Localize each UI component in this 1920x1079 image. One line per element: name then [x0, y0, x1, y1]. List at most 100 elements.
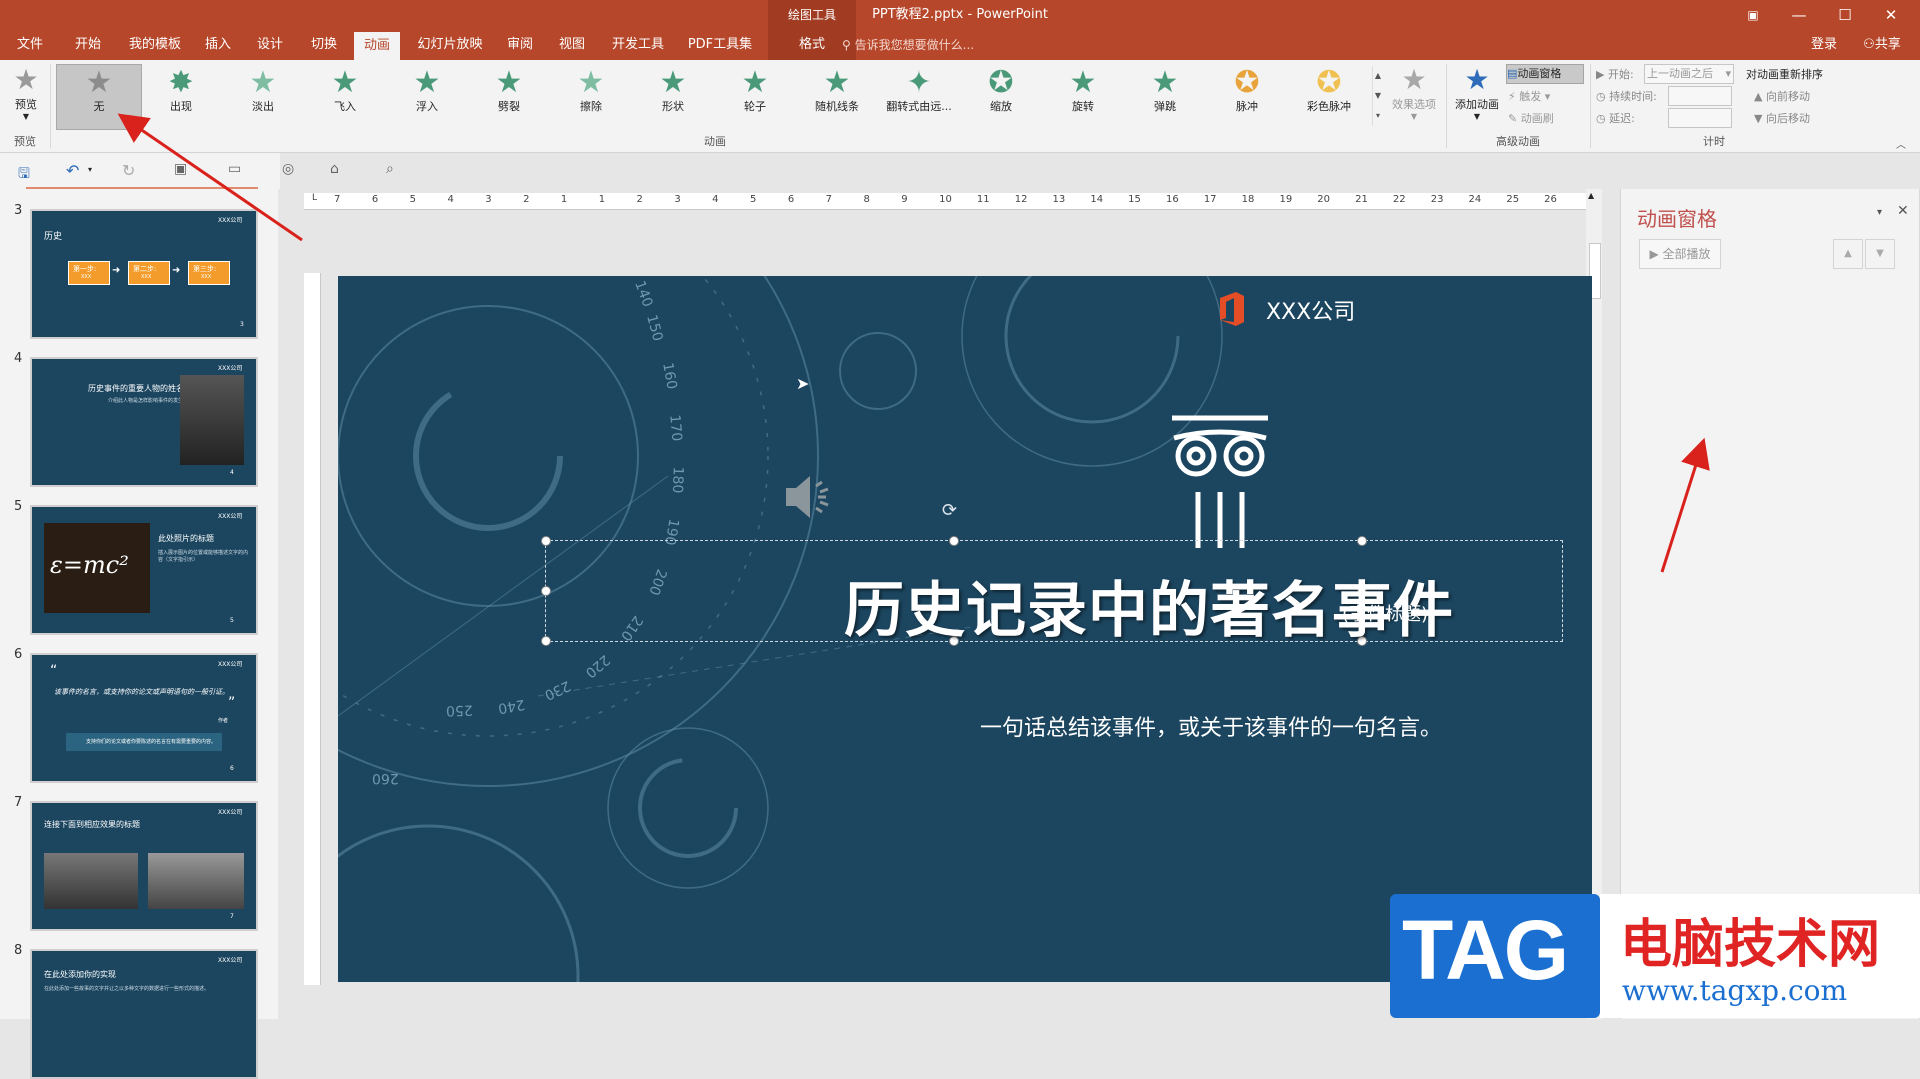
slide-thumbnail-4[interactable]: 历史事件的重要人物的姓名 介绍此人物是怎样影响事件的发生。 XXX公司 4	[30, 357, 258, 487]
resize-handle[interactable]	[541, 536, 551, 546]
delay-input[interactable]	[1668, 108, 1732, 128]
effect-appear[interactable]: ✸ 出现	[146, 66, 216, 126]
ruler-label: 17	[1203, 194, 1217, 205]
ruler-label: 24	[1468, 194, 1482, 205]
share-button[interactable]: ⚇共享	[1852, 30, 1912, 60]
photo-1	[44, 853, 138, 909]
ruler-label: 5	[750, 194, 757, 205]
effect-bounce[interactable]: ★ 弹跳	[1130, 66, 1200, 126]
shape-icon[interactable]: ◎	[282, 161, 294, 177]
tab-pdf-tools[interactable]: PDF工具集	[682, 30, 758, 60]
tab-insert[interactable]: 插入	[198, 30, 238, 60]
tell-me-box[interactable]: ⚲ 告诉我您想要做什么...	[842, 30, 1022, 60]
tab-review[interactable]: 审阅	[500, 30, 540, 60]
move-later-button[interactable]: ▼ 向后移动	[1754, 110, 1810, 126]
move-earlier-button[interactable]: ▲ 向前移动	[1754, 88, 1810, 104]
wipe-star-icon: ★	[577, 65, 605, 100]
effect-options-button[interactable]: ★ 效果选项 ▼	[1386, 64, 1442, 130]
effect-fly-in[interactable]: ★ 飞入	[310, 66, 380, 126]
undo-icon[interactable]: ↶	[66, 161, 79, 180]
slide-thumbnail-6[interactable]: “ 该事件的名言，或支持你的论文或声明语句的一般引证。 ” 作者 支持你们的论文…	[30, 653, 258, 783]
slide-title-tag[interactable]: (事件标题)	[1342, 600, 1428, 626]
scroll-up-icon[interactable]: ▲	[1588, 191, 1594, 200]
slide-subtitle[interactable]: 一句话总结该事件，或关于该事件的一句名言。	[980, 710, 1442, 742]
effect-random-bars[interactable]: ★ 随机线条	[802, 66, 872, 126]
move-down-button[interactable]: ▼	[1865, 239, 1895, 269]
tag-logo-text: TAG	[1402, 903, 1569, 997]
login-link[interactable]: 登录	[1806, 30, 1842, 60]
speaker-icon[interactable]	[782, 472, 838, 525]
horizontal-ruler: L 7 6 5 4 3 2 1 1 2 3 4 5 6 7 8 9 10 11 12 13 14 15 16 17 18 19 20…	[304, 193, 1594, 210]
tab-view[interactable]: 视图	[552, 30, 592, 60]
effect-wheel[interactable]: ★ 轮子	[720, 66, 790, 126]
slide-thumbnail-5[interactable]: ε=mc² 此处照片的标题 插入展示图片的位置或能够描述文字的内容（文字指引示）…	[30, 505, 258, 635]
effect-shape[interactable]: ★ 形状	[638, 66, 708, 126]
add-animation-button[interactable]: ★ 添加动画 ▼	[1450, 64, 1504, 130]
save-icon[interactable]: 🖫	[18, 163, 30, 187]
tab-developer[interactable]: 开发工具	[606, 30, 670, 60]
layout-icon[interactable]: ▭	[228, 161, 241, 177]
tab-file[interactable]: 文件	[8, 30, 52, 60]
ruler-label: 12	[1014, 194, 1028, 205]
effect-pulse[interactable]: ✪ 脉冲	[1212, 66, 1282, 126]
tab-animations[interactable]: 动画	[354, 32, 400, 60]
effect-color-pulse[interactable]: ✪ 彩色脉冲	[1294, 66, 1364, 126]
effect-wipe[interactable]: ★ 擦除	[556, 66, 626, 126]
slide-thumbnail-3[interactable]: 历史 XXX公司 第一步: XXX 第二步: XXX 第三步: XXX ➜ ➜ 3	[30, 209, 258, 339]
rotate-handle-icon[interactable]: ⟳	[942, 500, 957, 521]
tab-my-templates[interactable]: 我的模板	[122, 30, 188, 60]
tab-stop-icon[interactable]: L	[312, 193, 324, 209]
effect-fade[interactable]: ★ 淡出	[228, 66, 298, 126]
new-slide-icon[interactable]: ▣	[174, 161, 187, 177]
tab-transitions[interactable]: 切换	[304, 30, 344, 60]
tab-slideshow[interactable]: 幻灯片放映	[410, 30, 490, 60]
resize-handle[interactable]	[1357, 536, 1367, 546]
minimize-button[interactable]: —	[1776, 0, 1822, 30]
slide-canvas[interactable]: 140 150 160 170 180 190 200 210 220 230 …	[338, 276, 1592, 982]
play-all-button[interactable]: ▶ 全部播放	[1639, 239, 1721, 269]
resize-handle[interactable]	[541, 586, 551, 596]
format-painter-icon[interactable]: ⌂	[330, 161, 339, 177]
duration-input[interactable]	[1668, 86, 1732, 106]
close-icon[interactable]: ✕	[1897, 203, 1909, 219]
effect-label: 脉冲	[1236, 100, 1258, 113]
tab-home[interactable]: 开始	[66, 30, 110, 60]
effect-none[interactable]: ★ 无	[64, 66, 134, 126]
resize-handle[interactable]	[949, 536, 959, 546]
slide-number: 4	[14, 351, 23, 366]
column-capital-icon	[1168, 412, 1272, 555]
effect-float-in[interactable]: ★ 浮入	[392, 66, 462, 126]
resize-handle[interactable]	[541, 636, 551, 646]
animation-pane-title: 动画窗格	[1637, 207, 1717, 231]
slide-thumbnail-7[interactable]: 连接下面到相应效果的标题 XXX公司 7	[30, 801, 258, 931]
pane-options-icon[interactable]: ▾	[1877, 207, 1882, 218]
trigger-button[interactable]: ⚡ 触发 ▾	[1508, 88, 1550, 104]
photo-2	[148, 853, 244, 909]
close-button[interactable]: ✕	[1868, 0, 1914, 30]
slide-thumbnail-8[interactable]: 在此处添加你的实现 在此处添加一些故事的文字并让之以多种文字的数据进行一些形式的…	[30, 949, 258, 1079]
effect-label: 出现	[170, 100, 192, 113]
effect-swivel[interactable]: ★ 旋转	[1048, 66, 1118, 126]
pulse-star-icon: ✪	[1234, 65, 1260, 100]
gallery-scroll[interactable]: ▲ ▼ ▾	[1372, 66, 1383, 126]
effect-grow-turn[interactable]: ✦ 翻转式由远...	[884, 66, 954, 126]
ruler-label: 7	[825, 194, 832, 205]
ruler-label: 19	[1279, 194, 1293, 205]
maximize-button[interactable]: ☐	[1822, 0, 1868, 30]
zoom-icon[interactable]: ⌕	[386, 161, 394, 177]
ribbon-display-icon[interactable]: ▣	[1730, 0, 1776, 30]
effect-zoom[interactable]: ✪ 缩放	[966, 66, 1036, 126]
chevron-down-icon: ▾	[1725, 67, 1731, 80]
collapse-ribbon-icon[interactable]: ︿	[1896, 136, 1906, 151]
chevron-down-icon[interactable]: ▾	[88, 165, 92, 174]
slide-number: 7	[14, 795, 23, 810]
preview-button[interactable]: ★ 预览 ▼	[6, 64, 46, 128]
start-select[interactable]: 上一动画之后 ▾	[1644, 64, 1734, 84]
redo-icon[interactable]: ↻	[122, 161, 135, 180]
animation-painter-button[interactable]: ✎ 动画刷	[1508, 110, 1554, 126]
tab-design[interactable]: 设计	[250, 30, 290, 60]
effect-split[interactable]: ★ 劈裂	[474, 66, 544, 126]
move-up-button[interactable]: ▲	[1833, 239, 1863, 269]
thumb-sub: 介绍此人物是怎样影响事件的发生。	[108, 398, 189, 404]
animation-pane-button[interactable]: ▤动画窗格	[1506, 64, 1584, 84]
